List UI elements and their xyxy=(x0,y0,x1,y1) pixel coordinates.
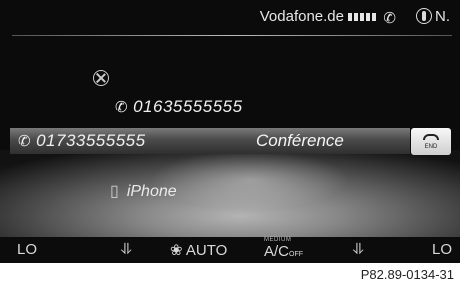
end-call-icon xyxy=(423,134,439,140)
fan-icon: ❀ xyxy=(170,242,183,259)
auto-climate-button[interactable]: ❀ AUTO xyxy=(170,241,227,259)
carrier-name: Vodafone.de xyxy=(259,8,344,25)
status-bar: Vodafone.de ✆ N. xyxy=(0,0,460,30)
background-highlight xyxy=(150,150,350,210)
ac-label: A/C xyxy=(264,243,290,260)
circle-x-icon xyxy=(93,70,109,86)
compass-heading: N. xyxy=(435,8,450,25)
device-name: iPhone xyxy=(126,183,177,200)
auto-label: AUTO xyxy=(185,242,228,259)
end-call-label: END xyxy=(424,144,438,150)
connected-device: ▯ iPhone xyxy=(110,181,177,201)
active-call-number: 01733555555 xyxy=(36,131,146,150)
right-airflow-icon[interactable]: ⥥ xyxy=(353,241,364,258)
figure-caption: P82.89-0134-31 xyxy=(360,267,454,282)
held-call-number: 01635555555 xyxy=(133,97,243,116)
phone-screen: Vodafone.de ✆ N. ✆ 01635555555 ✆ 017335555… xyxy=(0,0,460,263)
held-call-item[interactable]: ✆ 01635555555 xyxy=(115,97,243,117)
left-airflow-icon[interactable]: ⥥ xyxy=(121,241,132,258)
phone-icon: ✆ xyxy=(115,99,129,116)
compass-icon xyxy=(416,8,432,24)
phone-icon: ✆ xyxy=(383,10,396,27)
mobile-phone-icon: ▯ xyxy=(110,183,119,200)
end-call-button[interactable]: END xyxy=(411,128,451,155)
phone-icon: ✆ xyxy=(18,133,32,150)
status-divider xyxy=(12,35,452,36)
active-call-item[interactable]: ✆ 01733555555 xyxy=(18,131,146,151)
signal-strength-icon xyxy=(348,13,378,21)
ac-button[interactable]: MEDIUM A/COFF xyxy=(264,237,303,260)
left-temperature[interactable]: LO xyxy=(17,241,37,258)
conference-button[interactable]: Conférence xyxy=(256,131,344,151)
right-temperature[interactable]: LO xyxy=(432,241,452,258)
climate-bar: LO ⥥ ❀ AUTO MEDIUM A/COFF ⥥ LO xyxy=(0,237,460,263)
ac-state: OFF xyxy=(289,251,304,258)
